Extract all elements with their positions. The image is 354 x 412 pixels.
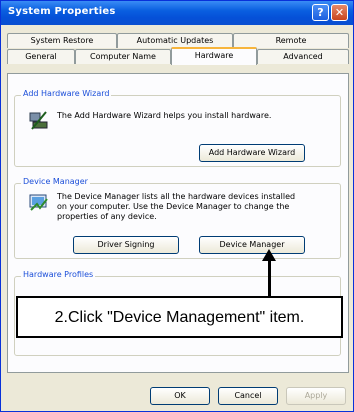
help-button[interactable]: ? [312, 4, 329, 21]
device-manager-button[interactable]: Device Manager [199, 236, 305, 254]
hardware-profiles-group-title: Hardware Profiles [21, 270, 96, 279]
device-manager-description-1: The Device Manager lists all the hardwar… [57, 192, 296, 201]
instruction-text: 2.Click "Device Management" item. [54, 309, 305, 326]
device-manager-description-2: on your computer. Use the Device Manager… [57, 202, 290, 211]
add-hardware-group-title: Add Hardware Wizard [21, 89, 112, 98]
add-hardware-description: The Add Hardware Wizard helps you instal… [57, 111, 272, 120]
tab-advanced[interactable]: Advanced [257, 49, 349, 64]
cancel-button[interactable]: Cancel [218, 387, 278, 405]
ok-button[interactable]: OK [150, 387, 210, 405]
tab-hardware[interactable]: Hardware [171, 47, 257, 65]
apply-button[interactable]: Apply [286, 387, 346, 405]
title-bar[interactable]: System Properties ? ✕ [1, 1, 353, 25]
close-button[interactable]: ✕ [331, 4, 348, 21]
driver-signing-button[interactable]: Driver Signing [73, 236, 179, 254]
tab-remote[interactable]: Remote [233, 33, 349, 48]
tab-automatic-updates[interactable]: Automatic Updates [117, 33, 233, 48]
device-manager-description-3: properties of any device. [57, 212, 157, 221]
tab-system-restore[interactable]: System Restore [7, 33, 117, 48]
window-title: System Properties [8, 6, 116, 17]
device-manager-icon [29, 194, 48, 211]
system-properties-window: System Properties ? ✕ System Restore Aut… [0, 0, 354, 412]
add-hardware-wizard-button[interactable]: Add Hardware Wizard [199, 144, 305, 162]
tab-general[interactable]: General [7, 49, 75, 64]
device-manager-group-title: Device Manager [21, 177, 90, 186]
instruction-callout: 2.Click "Device Management" item. [16, 296, 343, 338]
tab-strip: System Restore Automatic Updates Remote … [7, 33, 349, 73]
callout-arrow-line [268, 259, 271, 297]
tab-computer-name[interactable]: Computer Name [75, 49, 171, 64]
hardware-wizard-icon [29, 111, 48, 130]
